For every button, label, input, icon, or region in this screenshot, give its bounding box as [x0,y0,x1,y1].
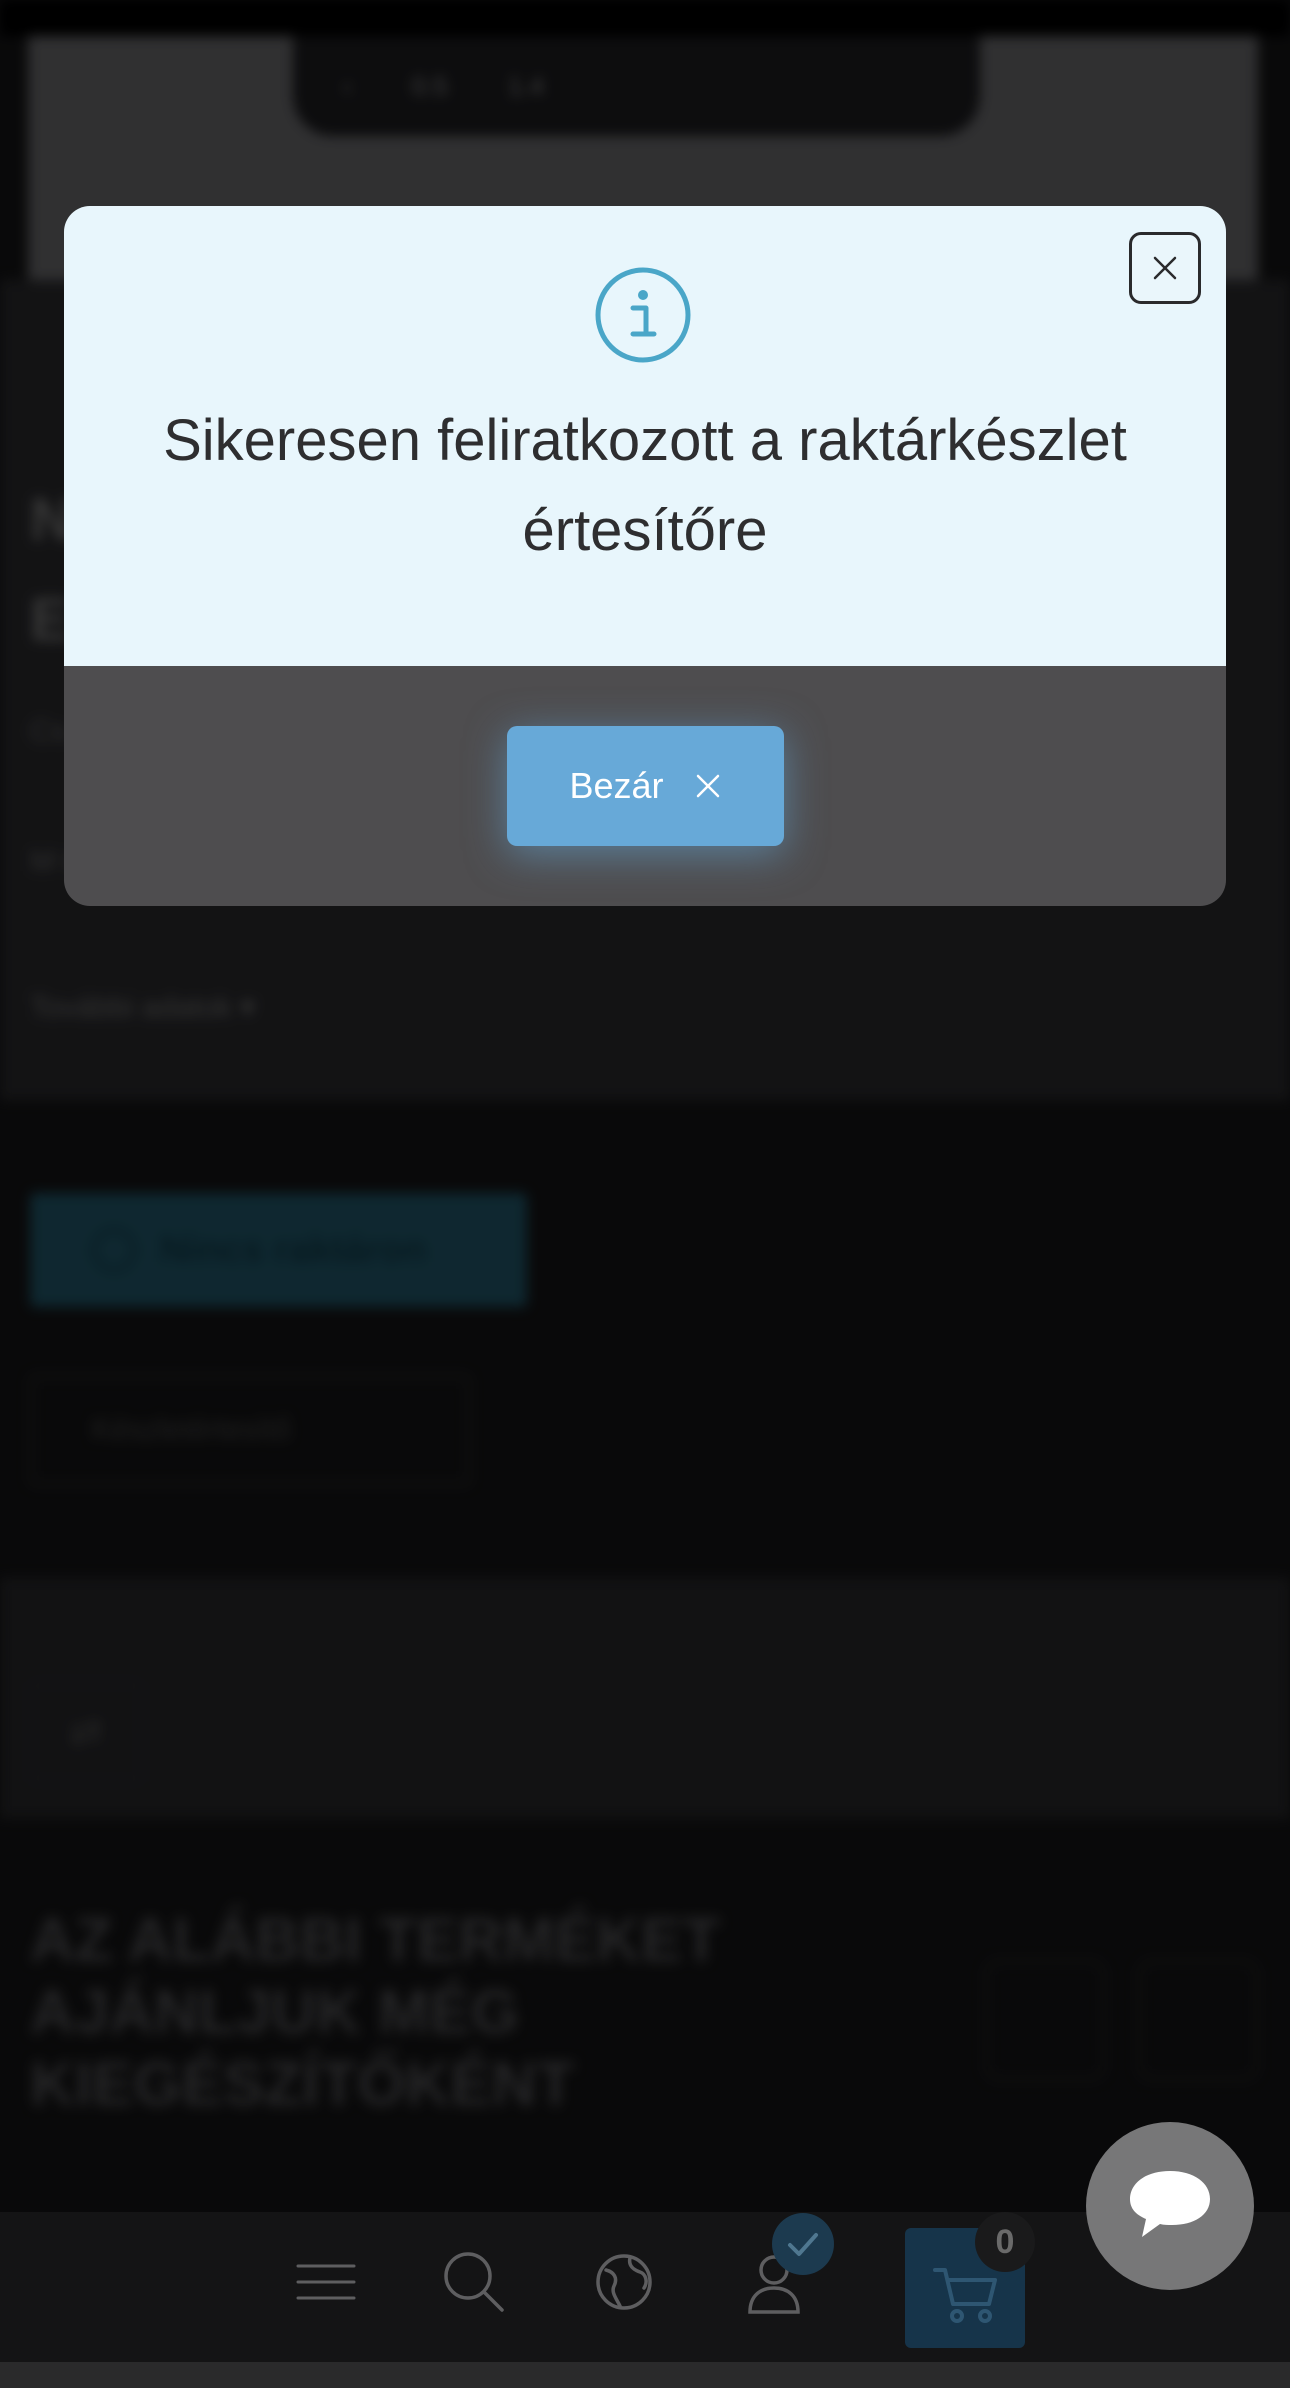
modal-close-button[interactable] [1129,232,1201,304]
info-icon [595,267,691,363]
chat-button[interactable] [1086,2122,1254,2290]
close-icon [1153,256,1177,280]
modal-message: Sikeresen feliratkozott a raktárkészlet … [163,408,1127,563]
menu-icon[interactable] [286,2242,366,2322]
close-button[interactable]: Bezár [507,726,784,846]
logged-in-badge [772,2213,834,2275]
close-button-label: Bezár [569,765,664,806]
check-icon [788,2233,818,2256]
home-indicator-area [0,2362,1290,2388]
subscription-modal: Sikeresen feliratkozott a raktárkészlet … [64,206,1226,906]
globe-icon[interactable] [584,2242,664,2322]
cart-count-badge: 0 [975,2212,1035,2272]
close-icon [696,774,719,798]
modal-header: Sikeresen feliratkozott a raktárkészlet … [64,206,1226,666]
search-icon[interactable] [434,2242,514,2322]
chat-bubble-icon [1130,2171,1210,2237]
